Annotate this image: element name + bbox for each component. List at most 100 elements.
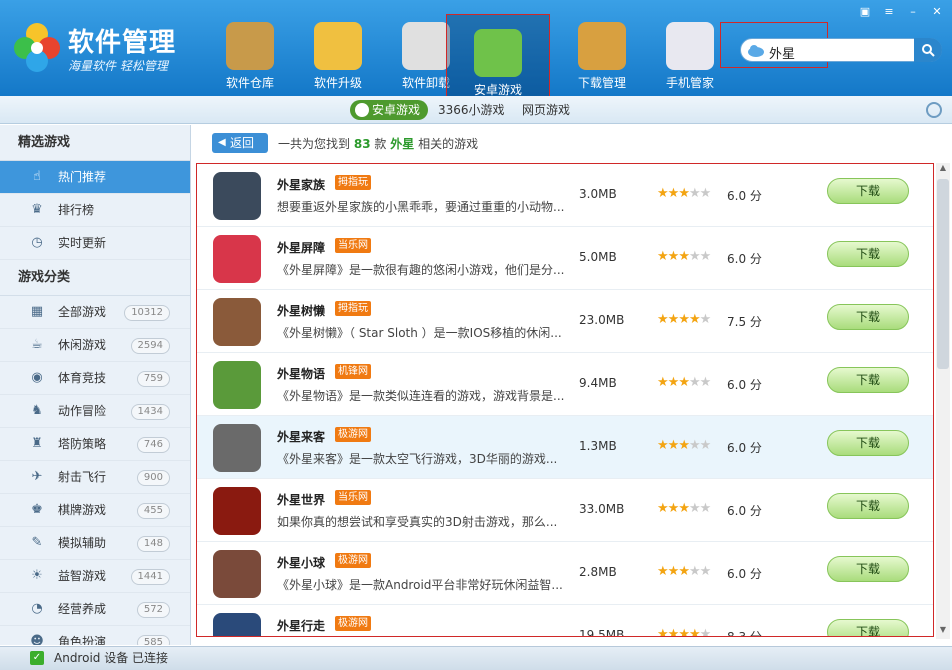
skin-icon[interactable]: ▣ <box>854 4 876 20</box>
header-bar: 软件管理 海量软件 轻松管理 软件仓库 软件升级 软件卸载 安卓游戏 下载管理 手机管家 … <box>0 0 952 110</box>
category-count: 1434 <box>130 404 170 420</box>
game-icon[interactable] <box>213 235 261 283</box>
trophy-icon: ♛ <box>31 202 43 217</box>
game-name[interactable]: 外星行走 <box>277 617 325 634</box>
star-icon: ★ <box>678 627 690 637</box>
download-button[interactable]: 下载 <box>827 178 909 204</box>
star-icon: ★ <box>657 501 669 516</box>
rating-stars: ★★★★★ <box>657 375 711 390</box>
sidebar-item-category-3[interactable]: ♞ 动作冒险 1434 <box>0 395 190 428</box>
status-bar: ✓ Android 设备 已连接 <box>0 646 952 670</box>
sidebar-item-category-7[interactable]: ✎ 模拟辅助 148 <box>0 527 190 560</box>
sidebar-item-label: 体育竞技 <box>58 371 107 385</box>
star-icon: ★ <box>699 312 712 327</box>
star-icon: ★ <box>667 564 680 579</box>
game-size: 33.0MB <box>579 502 625 516</box>
game-row[interactable]: 外星屏障 当乐网 《外星屏障》是一款很有趣的悠闲小游戏，他们是分... 5.0MB ★★… <box>197 227 933 290</box>
download-button[interactable]: 下载 <box>827 304 909 330</box>
search-input[interactable]: 外星 <box>769 43 795 62</box>
nav-item-1[interactable]: 软件升级 <box>294 16 382 94</box>
close-icon[interactable]: ✕ <box>926 4 948 20</box>
download-button[interactable]: 下载 <box>827 493 909 519</box>
download-button[interactable]: 下载 <box>827 367 909 393</box>
scroll-up-icon[interactable]: ▲ <box>936 163 950 177</box>
download-button[interactable]: 下载 <box>827 430 909 456</box>
game-name[interactable]: 外星世界 <box>277 491 325 508</box>
sidebar-item-category-1[interactable]: ☕ 休闲游戏 2594 <box>0 329 190 362</box>
game-name[interactable]: 外星物语 <box>277 365 325 382</box>
game-icon[interactable] <box>213 361 261 409</box>
star-icon: ★ <box>688 438 701 453</box>
game-description: 《外星物语》是一款类似连连看的游戏，游戏背景是... <box>277 389 565 403</box>
game-name[interactable]: 外星树懒 <box>277 302 325 319</box>
download-button[interactable]: 下载 <box>827 619 909 636</box>
minimize-icon[interactable]: – <box>902 4 924 20</box>
rating-stars: ★★★★★ <box>657 501 711 516</box>
scroll-down-icon[interactable]: ▼ <box>936 625 950 639</box>
sidebar-item-category-4[interactable]: ♜ 塔防策略 746 <box>0 428 190 461</box>
subtab-web-games[interactable]: 网页游戏 <box>522 100 570 120</box>
game-name[interactable]: 外星家族 <box>277 176 325 193</box>
game-icon[interactable] <box>213 424 261 472</box>
search-button[interactable] <box>914 38 942 62</box>
sidebar-item-featured-0[interactable]: ☝ 热门推荐 <box>0 161 190 194</box>
scrollbar[interactable]: ▲ ▼ <box>936 163 950 639</box>
game-name[interactable]: 外星屏障 <box>277 239 325 256</box>
game-name[interactable]: 外星小球 <box>277 554 325 571</box>
game-icon[interactable] <box>213 550 261 598</box>
menu-icon[interactable]: ≡ <box>878 4 900 20</box>
plane-icon: ✈ <box>31 469 43 484</box>
sidebar-item-category-10[interactable]: ☻ 角色扮演 585 <box>0 626 190 645</box>
game-icon[interactable] <box>213 487 261 535</box>
upgrade-disc-icon <box>314 22 362 70</box>
game-name[interactable]: 外星来客 <box>277 428 325 445</box>
game-row[interactable]: 外星行走极游网《外星人的进攻》（ Alien March ）是一款画面不错...… <box>197 605 933 637</box>
game-description: 《外星屏障》是一款很有趣的悠闲小游戏，他们是分... <box>277 263 565 277</box>
star-icon: ★ <box>657 249 669 264</box>
sidebar-item-category-2[interactable]: ◉ 体育竞技 759 <box>0 362 190 395</box>
game-row[interactable]: 外星小球 极游网 《外星小球》是一款Android平台非常好玩休闲益智... 2.8M… <box>197 542 933 605</box>
sidebar-item-category-9[interactable]: ◔ 经营养成 572 <box>0 593 190 626</box>
star-icon: ★ <box>678 564 690 579</box>
category-count: 455 <box>136 503 170 519</box>
nav-label: 软件升级 <box>313 76 362 90</box>
game-size: 19.5MB <box>579 628 625 637</box>
star-icon: ★ <box>688 627 701 637</box>
subtab-android-games[interactable]: 安卓游戏 <box>350 100 429 120</box>
game-row[interactable]: 外星来客 极游网 《外星来客》是一款太空飞行游戏，3D华丽的游戏... 1.3MB ★★… <box>197 416 933 479</box>
rating-stars: ★★★★★ <box>657 564 711 579</box>
bulb-icon: ☀ <box>31 568 43 583</box>
refresh-icon[interactable] <box>926 102 942 118</box>
clover-logo-icon <box>14 23 60 72</box>
sidebar-item-category-5[interactable]: ✈ 射击飞行 900 <box>0 461 190 494</box>
nav-item-4[interactable]: 下载管理 <box>558 16 646 94</box>
sidebar-item-category-6[interactable]: ♚ 棋牌游戏 455 <box>0 494 190 527</box>
game-row[interactable]: 外星物语 机锋网 《外星物语》是一款类似连连看的游戏，游戏背景是... 9.4MB ★★… <box>197 353 933 416</box>
game-icon[interactable] <box>213 172 261 220</box>
star-icon: ★ <box>678 249 690 264</box>
sidebar-item-label: 实时更新 <box>58 236 107 250</box>
game-description: 《外星小球》是一款Android平台非常好玩休闲益智... <box>277 578 563 592</box>
sidebar-item-label: 热门推荐 <box>58 170 107 184</box>
sidebar-item-category-0[interactable]: ▦ 全部游戏 10312 <box>0 296 190 329</box>
sidebar-item-category-8[interactable]: ☀ 益智游戏 1441 <box>0 560 190 593</box>
download-button[interactable]: 下载 <box>827 241 909 267</box>
game-row[interactable]: 外星世界 当乐网 如果你真的想尝试和享受真实的3D射击游戏，那么... 33.0MB ★… <box>197 479 933 542</box>
nav-item-0[interactable]: 软件仓库 <box>206 16 294 94</box>
main-panel: ◀ 返回 一共为您找到 83 款 外星 相关的游戏 外星家族 拇指玩 想要重返外星家… <box>192 125 952 645</box>
star-icon: ★ <box>688 501 701 516</box>
game-icon[interactable] <box>213 613 261 636</box>
game-row[interactable]: 外星家族 拇指玩 想要重返外星家族的小黑乖乖，要通过重重的小动物... 3.0MB ★★… <box>197 164 933 227</box>
game-score: 6.0 分 <box>727 441 762 455</box>
sidebar-section-featured: 精选游戏 <box>0 125 190 161</box>
search-box[interactable]: 外星 <box>740 38 942 62</box>
sidebar-item-featured-1[interactable]: ♛ 排行榜 <box>0 194 190 227</box>
sidebar-item-featured-2[interactable]: ◷ 实时更新 <box>0 227 190 260</box>
subtab-3366[interactable]: 3366小游戏 <box>438 100 505 120</box>
download-button[interactable]: 下载 <box>827 556 909 582</box>
scroll-thumb[interactable] <box>937 179 949 369</box>
sidebar-item-label: 经营养成 <box>58 602 107 616</box>
game-row[interactable]: 外星树懒 拇指玩 《外星树懒》（ Star Sloth ）是一款IOS移植的休闲..… <box>197 290 933 353</box>
back-button[interactable]: ◀ 返回 <box>212 133 268 153</box>
game-icon[interactable] <box>213 298 261 346</box>
